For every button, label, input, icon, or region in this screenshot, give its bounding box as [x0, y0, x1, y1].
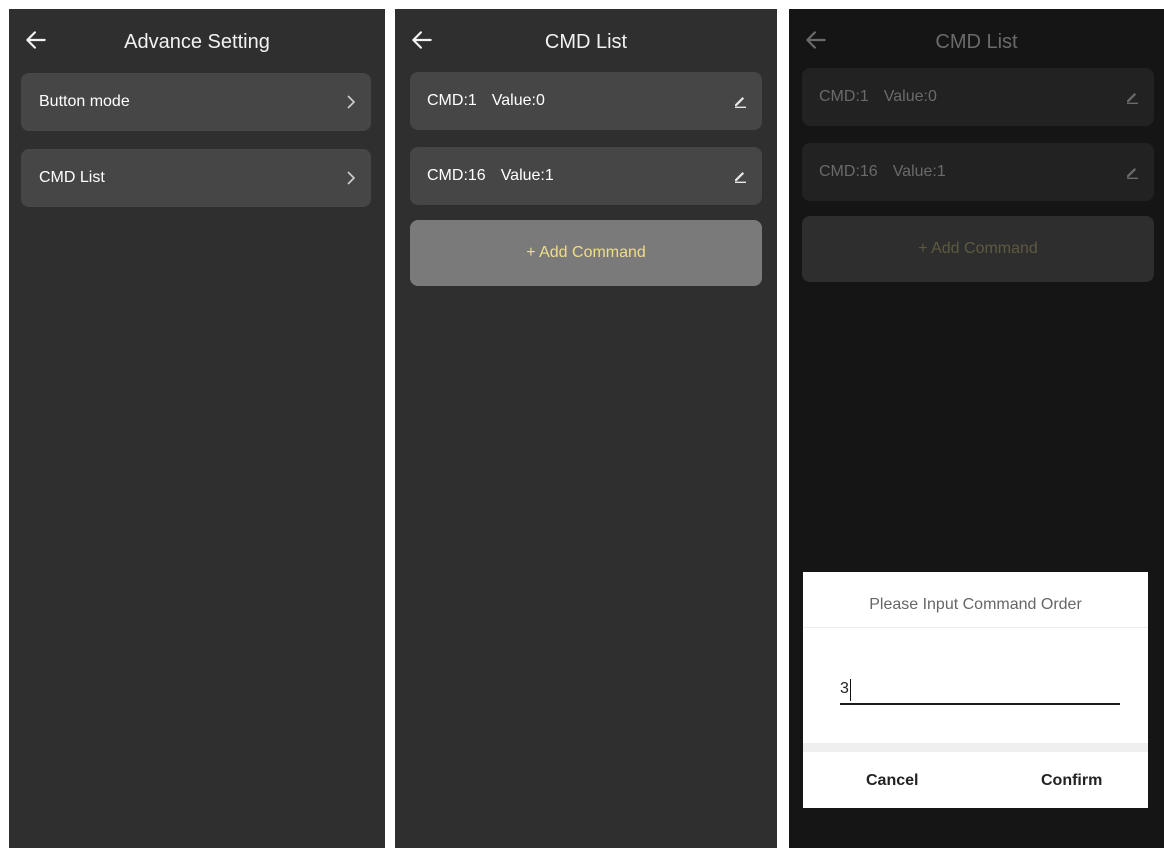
command-row[interactable]: CMD:1 Value:0 — [410, 72, 762, 130]
command-value: Value:1 — [500, 167, 554, 184]
page-title: CMD List — [935, 31, 1018, 53]
divider — [803, 743, 1148, 752]
command-row[interactable]: CMD:16 Value:1 — [410, 147, 762, 205]
edit-pencil-icon — [1124, 164, 1140, 180]
edit-pencil-icon — [1124, 89, 1140, 105]
chevron-right-icon — [345, 93, 357, 111]
command-id: CMD:16 — [427, 167, 486, 184]
command-id: CMD:16 — [819, 163, 878, 180]
advance-setting-screen: Advance Setting Button mode CMD List — [9, 9, 385, 848]
page-title: CMD List — [544, 31, 628, 53]
command-value: Value:0 — [883, 88, 937, 105]
cmd-list-item[interactable]: CMD List — [21, 149, 371, 207]
command-value: Value:1 — [892, 163, 946, 180]
button-mode-item[interactable]: Button mode — [21, 73, 371, 131]
command-id: CMD:1 — [819, 88, 869, 105]
edit-pencil-icon[interactable] — [732, 93, 748, 109]
cmd-list-screen: CMD List CMD:1 Value:0 CMD:16 Value:1 + … — [395, 9, 777, 848]
button-mode-label: Button mode — [39, 93, 130, 110]
page-title: Advance Setting — [124, 31, 270, 53]
edit-pencil-icon[interactable] — [732, 168, 748, 184]
command-row: CMD:16 Value:1 — [802, 143, 1154, 201]
command-value: Value:0 — [491, 92, 545, 109]
cmd-list-dialog-screen: CMD List CMD:1 Value:0 CMD:16 Value:1 + … — [789, 9, 1164, 848]
add-command-button[interactable]: + Add Command — [410, 220, 762, 286]
command-id: CMD:1 — [427, 92, 477, 109]
command-row: CMD:1 Value:0 — [802, 68, 1154, 126]
text-cursor — [850, 679, 851, 701]
dialog-title: Please Input Command Order — [869, 596, 1082, 613]
chevron-right-icon — [345, 169, 357, 187]
add-command-button: + Add Command — [802, 216, 1154, 282]
divider — [803, 627, 1148, 628]
command-order-input[interactable] — [840, 675, 1120, 705]
cancel-button[interactable]: Cancel — [866, 772, 918, 790]
cmd-list-label: CMD List — [39, 169, 105, 186]
confirm-button[interactable]: Confirm — [1041, 772, 1102, 790]
input-command-dialog: Please Input Command Order Cancel Confir… — [803, 572, 1148, 808]
